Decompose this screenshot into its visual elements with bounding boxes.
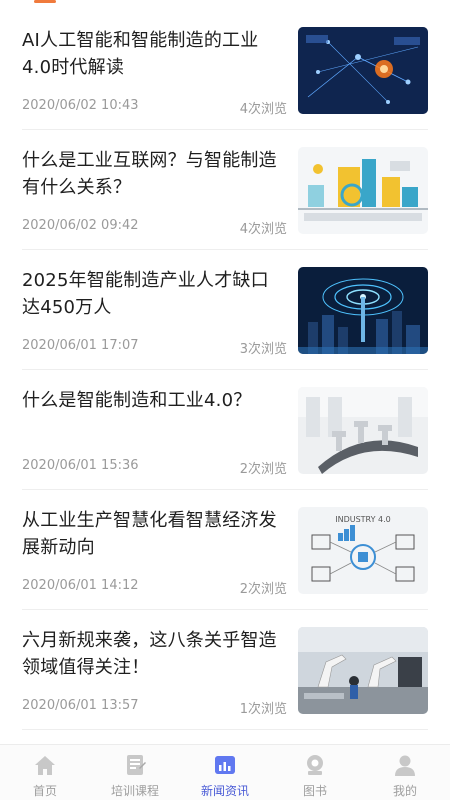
tab-label: 我的 (392, 784, 417, 798)
news-thumbnail[interactable] (298, 267, 428, 354)
news-title[interactable]: AI人工智能和智能制造的工业4.0时代解读 (22, 27, 284, 81)
news-thumbnail[interactable] (298, 627, 428, 714)
news-title[interactable]: 六月新规来袭，这八条关乎智造领域值得关注！ (22, 627, 284, 681)
city-signal-tower-image (298, 267, 428, 354)
news-item[interactable]: 从工业生产智慧化看智慧经济发展新动向 2020/06/01 14:12 2次浏览… (22, 490, 428, 610)
news-title[interactable]: 从工业生产智慧化看智慧经济发展新动向 (22, 507, 284, 561)
course-icon (127, 755, 146, 775)
news-date: 2020/06/01 13:57 (22, 698, 139, 713)
robot-arms-factory-image (298, 627, 428, 714)
news-item[interactable]: 六月新规来袭，这八条关乎智造领域值得关注！ 2020/06/01 13:57 1… (22, 610, 428, 730)
news-views: 2次浏览 (239, 582, 287, 597)
news-thumbnail[interactable] (298, 147, 428, 234)
news-thumbnail[interactable] (298, 27, 428, 114)
news-views: 3次浏览 (239, 342, 287, 357)
bottom-tab-bar: 首页 培训课程 新闻资讯 图书 我的 (0, 744, 450, 800)
news-date: 2020/06/01 15:36 (22, 458, 139, 473)
tab-label: 新闻资讯 (200, 784, 249, 798)
news-item[interactable]: AI人工智能和智能制造的工业4.0时代解读 2020/06/02 10:43 4… (22, 10, 428, 130)
robot-conveyor-image (298, 387, 428, 474)
news-date: 2020/06/01 17:07 (22, 338, 139, 353)
news-title[interactable]: 什么是工业互联网？与智能制造有什么关系？ (22, 147, 284, 201)
tab-profile[interactable]: 我的 (360, 745, 450, 800)
news-views: 4次浏览 (239, 222, 287, 237)
tab-label: 图书 (302, 784, 327, 798)
news-thumbnail[interactable] (298, 387, 428, 474)
news-views: 2次浏览 (239, 462, 287, 477)
tab-books[interactable]: 图书 (270, 745, 360, 800)
news-views: 1次浏览 (239, 702, 287, 717)
industry-diagram-image: INDUSTRY 4.0 (298, 507, 428, 594)
news-title[interactable]: 什么是智能制造和工业4.0？ (22, 387, 284, 414)
news-date: 2020/06/01 14:12 (22, 578, 139, 593)
news-views: 4次浏览 (239, 102, 287, 117)
home-icon (35, 756, 55, 775)
tab-home[interactable]: 首页 (0, 745, 90, 800)
news-icon (215, 756, 235, 774)
book-icon (307, 755, 323, 775)
news-item[interactable]: 2025年智能制造产业人才缺口达450万人 2020/06/01 17:07 3… (22, 250, 428, 370)
news-date: 2020/06/02 10:43 (22, 98, 139, 113)
tab-label: 培训课程 (110, 784, 159, 798)
thumb-caption: INDUSTRY 4.0 (335, 515, 391, 524)
tab-indicator (34, 0, 56, 3)
news-list: AI人工智能和智能制造的工业4.0时代解读 2020/06/02 10:43 4… (0, 10, 450, 730)
news-item[interactable]: 什么是智能制造和工业4.0？ 2020/06/01 15:36 2次浏览 (22, 370, 428, 490)
tab-courses[interactable]: 培训课程 (90, 745, 180, 800)
news-thumbnail[interactable]: INDUSTRY 4.0 (298, 507, 428, 594)
news-title[interactable]: 2025年智能制造产业人才缺口达450万人 (22, 267, 284, 321)
news-item[interactable]: 什么是工业互联网？与智能制造有什么关系？ 2020/06/02 09:42 4次… (22, 130, 428, 250)
news-date: 2020/06/02 09:42 (22, 218, 139, 233)
profile-icon (395, 755, 415, 776)
network-tech-image (298, 27, 428, 114)
tab-news[interactable]: 新闻资讯 (180, 745, 270, 800)
tab-label: 首页 (32, 784, 57, 798)
factory-illustration-image (298, 147, 428, 234)
